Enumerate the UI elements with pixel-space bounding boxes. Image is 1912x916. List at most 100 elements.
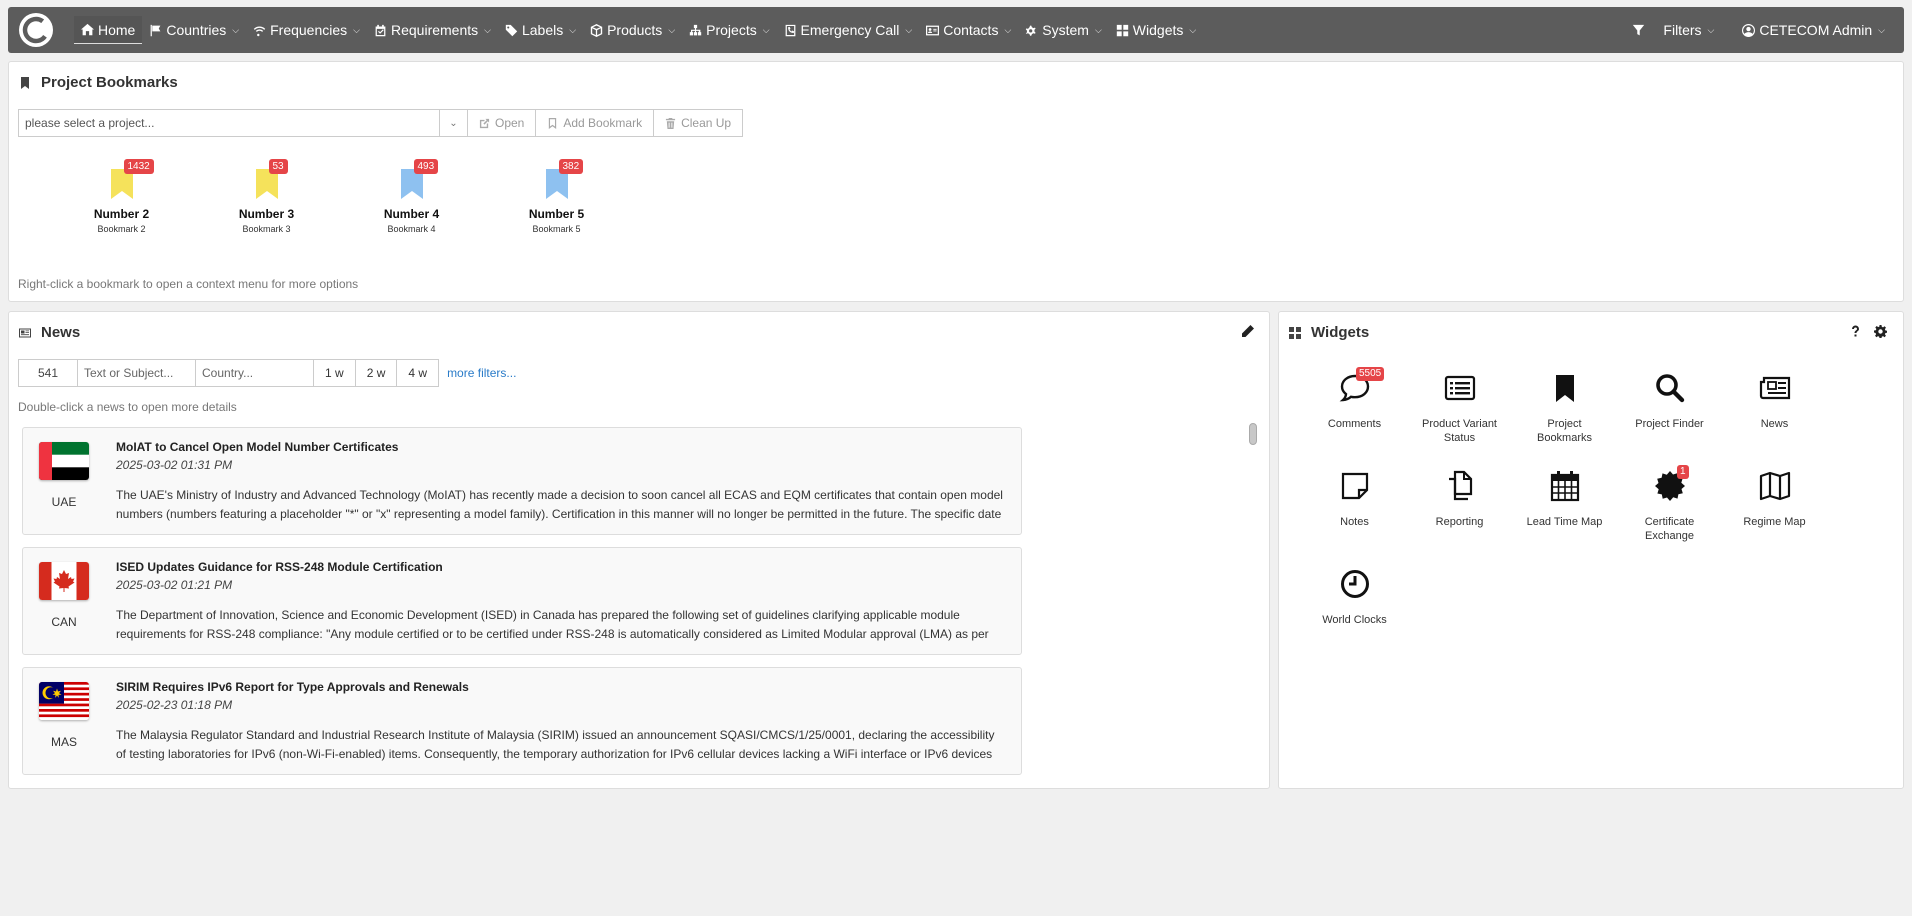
more-filters-link[interactable]: more filters...: [447, 366, 516, 380]
widget-label: Project Finder: [1635, 418, 1704, 430]
nav-filters[interactable]: Filters ⌵: [1625, 16, 1721, 44]
sticky-note-icon: [1341, 472, 1368, 500]
nav-system[interactable]: System ⌵: [1018, 16, 1109, 44]
panel-title: Project Bookmarks: [19, 74, 178, 91]
nav-frequencies-label: Frequencies: [270, 22, 348, 38]
clean-up-label: Clean Up: [681, 116, 732, 130]
nav-user-menu[interactable]: CETECOM Admin ⌵: [1735, 16, 1892, 44]
bookmark-name: Number 5: [528, 207, 585, 221]
widget-certificate-exchange[interactable]: 1 Certificate Exchange: [1617, 465, 1722, 543]
news-item[interactable]: MAS SIRIM Requires IPv6 Report for Type …: [22, 667, 1022, 775]
news-country-code: CAN: [51, 615, 77, 629]
bookmark-subtitle: Bookmark 4: [387, 224, 436, 234]
bookmark-count-badge: 53: [268, 159, 288, 174]
nav-system-label: System: [1042, 22, 1089, 38]
widget-notes[interactable]: Notes: [1302, 465, 1407, 543]
range-4w-button[interactable]: 4 w: [397, 359, 440, 387]
widgets-settings-button[interactable]: [1874, 325, 1888, 339]
widget-label: Project Bookmarks: [1536, 418, 1593, 444]
bookmark-item[interactable]: 382 Number 5 Bookmark 5: [484, 157, 629, 234]
news-count-field[interactable]: 541: [18, 359, 78, 387]
nav-emergency-call[interactable]: Emergency Call ⌵: [777, 16, 920, 44]
range-1w-button[interactable]: 1 w: [314, 359, 356, 387]
phone-icon: [785, 24, 795, 36]
add-bookmark-label: Add Bookmark: [563, 116, 643, 130]
widget-label: Notes: [1340, 516, 1369, 528]
gear-icon: [1874, 325, 1888, 339]
open-button-label: Open: [495, 116, 525, 130]
news-title: SIRIM Requires IPv6 Report for Type Appr…: [116, 680, 469, 694]
news-title: MoIAT to Cancel Open Model Number Certif…: [116, 440, 399, 454]
nav-home[interactable]: Home: [74, 16, 143, 44]
widget-news[interactable]: News: [1722, 367, 1827, 445]
wifi-icon: [253, 26, 266, 36]
nav-products[interactable]: Products ⌵: [583, 16, 682, 44]
widget-label: Regime Map: [1743, 516, 1806, 528]
bookmark-name: Number 4: [383, 207, 440, 221]
external-link-icon: [479, 118, 490, 128]
widgets-help-button[interactable]: [1849, 325, 1863, 339]
open-button[interactable]: Open: [468, 109, 537, 137]
trash-icon: [665, 117, 676, 129]
chevron-down-icon: ⌵: [353, 24, 360, 35]
home-icon: [81, 23, 94, 36]
bookmark-item[interactable]: 1432 Number 2 Bookmark 2: [49, 157, 194, 234]
chevron-down-icon: ⌵: [762, 24, 770, 35]
news-country-code: UAE: [51, 495, 77, 509]
nav-widgets[interactable]: Widgets ⌵: [1109, 16, 1203, 44]
widget-comments[interactable]: 5505 Comments: [1302, 367, 1407, 445]
chevron-down-icon: ⌵: [232, 24, 240, 35]
widget-regime-map[interactable]: Regime Map: [1722, 465, 1827, 543]
chevron-down-icon[interactable]: ⌄: [439, 110, 467, 136]
search-icon: [1655, 374, 1684, 403]
bookmark-item[interactable]: 53 Number 3 Bookmark 3: [194, 157, 339, 234]
add-bookmark-button[interactable]: Add Bookmark: [536, 109, 655, 137]
bookmark-item[interactable]: 493 Number 4 Bookmark 4: [339, 157, 484, 234]
bookmark-subtitle: Bookmark 2: [97, 224, 146, 234]
news-item[interactable]: CAN ISED Updates Guidance for RSS-248 Mo…: [22, 547, 1022, 655]
news-date: 2025-02-23 01:18 PM: [116, 698, 233, 712]
bookmark-count-badge: 493: [413, 159, 439, 174]
panel-title: News: [19, 324, 80, 341]
news-country-input[interactable]: Country...: [196, 359, 314, 387]
nav-contacts[interactable]: Contacts ⌵: [919, 16, 1018, 44]
news-item[interactable]: UAE MoIAT to Cancel Open Model Number Ce…: [22, 427, 1022, 535]
widget-product-variant-status[interactable]: Product Variant Status: [1407, 367, 1512, 445]
news-text-search-input[interactable]: Text or Subject...: [78, 359, 196, 387]
nav-frequencies[interactable]: Frequencies ⌵: [246, 16, 367, 44]
nav-projects-label: Projects: [706, 22, 757, 38]
widget-label: News: [1760, 418, 1789, 430]
nav-countries[interactable]: Countries ⌵: [142, 16, 246, 44]
nav-labels[interactable]: Labels ⌵: [498, 16, 583, 44]
widget-lead-time-map[interactable]: Lead Time Map: [1512, 465, 1617, 543]
certificate-count-badge: 1: [1677, 465, 1689, 479]
news-scrollbar[interactable]: [1249, 423, 1257, 445]
nav-projects[interactable]: Projects ⌵: [682, 16, 776, 44]
edit-news-button[interactable]: [1241, 325, 1255, 339]
news-panel: News 541 Text or Subject... Country... 1…: [8, 311, 1270, 789]
top-navbar: Home Countries ⌵ Frequencies ⌵ Requirement…: [8, 7, 1904, 53]
th-large-icon: [1116, 24, 1128, 36]
widget-project-bookmarks[interactable]: Project Bookmarks: [1512, 367, 1617, 445]
th-large-icon: [1289, 326, 1301, 339]
news-body: The Malaysia Regulator Standard and Indu…: [116, 728, 995, 761]
bookmark-icon: [21, 76, 29, 89]
range-2w-button[interactable]: 2 w: [355, 359, 398, 387]
widgets-panel: Widgets 5505 Comments Product Variant St…: [1278, 311, 1904, 789]
chevron-down-icon: ⌵: [1189, 24, 1197, 35]
widget-world-clocks[interactable]: World Clocks: [1302, 563, 1407, 627]
nav-requirements[interactable]: Requirements ⌵: [367, 16, 498, 44]
news-date: 2025-03-02 01:31 PM: [116, 458, 233, 472]
app-logo[interactable]: [18, 12, 54, 48]
project-select-placeholder: please select a project...: [25, 116, 155, 130]
clean-up-button[interactable]: Clean Up: [654, 109, 744, 137]
pencil-icon: [1242, 325, 1254, 337]
bookmark-toolbar: please select a project... ⌄ Open Add Bo…: [18, 109, 744, 137]
widget-reporting[interactable]: Reporting: [1407, 465, 1512, 543]
bookmark-subtitle: Bookmark 5: [532, 224, 581, 234]
nav-widgets-label: Widgets: [1132, 22, 1184, 38]
bookmark-count-badge: 1432: [123, 159, 154, 174]
project-select[interactable]: please select a project... ⌄: [18, 109, 468, 137]
bookmark-list: 1432 Number 2 Bookmark 2 53 Number 3 Boo…: [49, 157, 629, 234]
widget-project-finder[interactable]: Project Finder: [1617, 367, 1722, 445]
